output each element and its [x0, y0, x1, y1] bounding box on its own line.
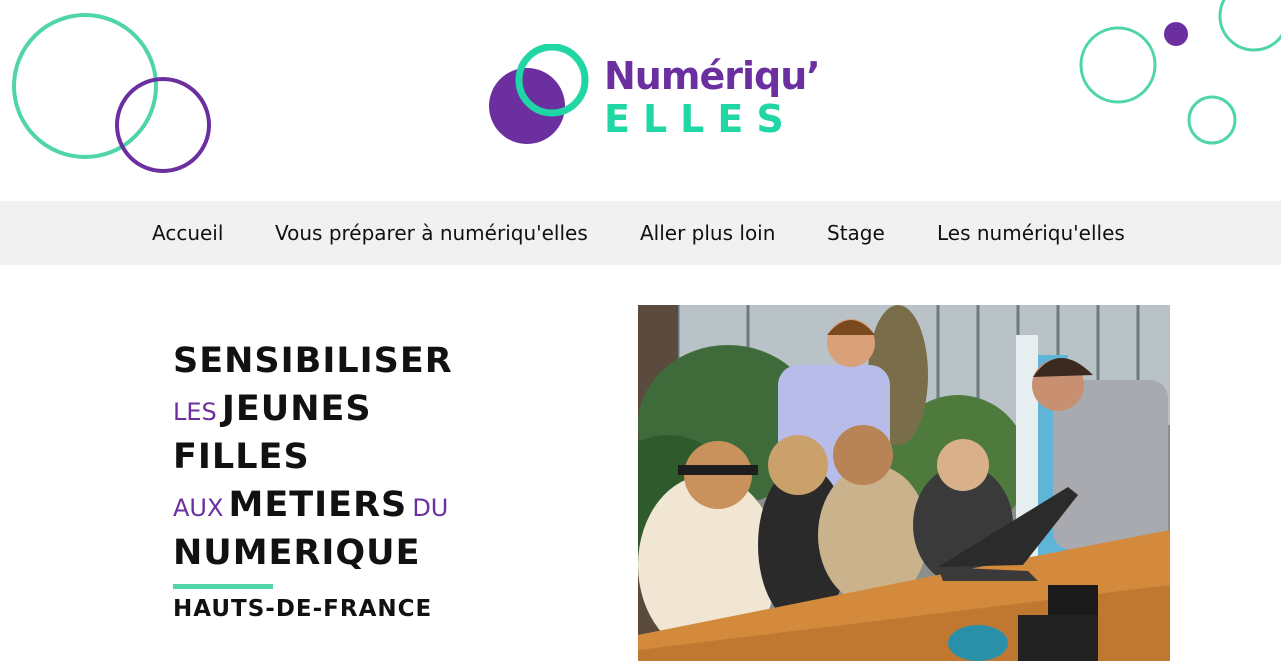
headline-small-word: DU: [412, 494, 449, 522]
logo-text-bottom: ELLES: [604, 97, 797, 141]
hero-photo: [638, 305, 1170, 661]
headline-line-1: SENSIBILISER: [173, 340, 613, 388]
logo-text-top: Numériqu’: [604, 54, 821, 98]
hero-photo-image: [638, 305, 1170, 661]
nav-item-les-numeriquelles[interactable]: Les numériqu'elles: [937, 201, 1125, 265]
headline-word: SENSIBILISER: [173, 341, 453, 381]
nav-item-accueil[interactable]: Accueil: [152, 201, 223, 265]
headline-line-4: AUX METIERS DU: [173, 484, 613, 532]
headline-line-2: LES JEUNES: [173, 388, 613, 436]
headline-word: METIERS: [228, 485, 408, 525]
nav-item-aller-plus-loin[interactable]: Aller plus loin: [640, 201, 775, 265]
headline-small-word: AUX: [173, 494, 224, 522]
headline-word: FILLES: [173, 437, 310, 477]
hero-headline: SENSIBILISER LES JEUNES FILLES AUX METIE…: [173, 340, 613, 580]
region-label: HAUTS-DE-FRANCE: [173, 596, 433, 622]
nav-item-vous-preparer[interactable]: Vous préparer à numériqu'elles: [275, 201, 588, 265]
nav-item-stage[interactable]: Stage: [827, 201, 885, 265]
headline-word: NUMERIQUE: [173, 533, 421, 573]
site-logo[interactable]: Numériqu’ ELLES: [488, 44, 821, 148]
headline-small-word: LES: [173, 398, 217, 426]
logo-mark-icon: [489, 44, 589, 144]
headline-line-5: NUMERIQUE: [173, 532, 613, 580]
headline-line-3: FILLES: [173, 436, 613, 484]
site-header: Numériqu’ ELLES: [0, 0, 1281, 201]
headline-word: JEUNES: [221, 389, 372, 429]
accent-divider: [173, 584, 273, 589]
main-navigation: Accueil Vous préparer à numériqu'elles A…: [0, 201, 1281, 265]
